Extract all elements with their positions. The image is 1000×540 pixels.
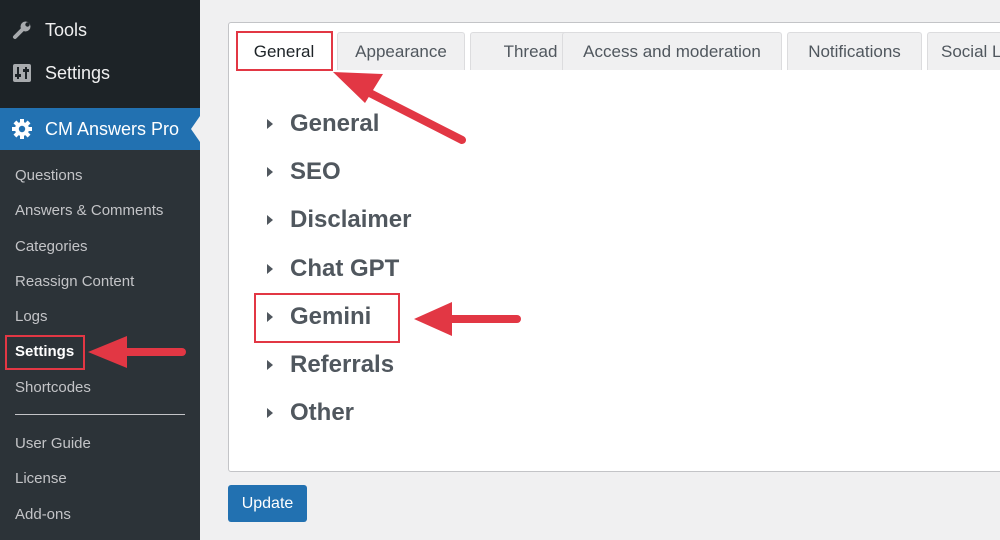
section-title: Gemini	[290, 303, 372, 330]
menu-item-tools[interactable]: Tools	[0, 10, 200, 50]
submenu-item-categories[interactable]: Categories	[15, 237, 88, 257]
triangle-right-icon	[267, 167, 273, 177]
tab-general[interactable]: General	[236, 32, 332, 70]
triangle-right-icon	[267, 264, 273, 274]
submenu-item-user-guide[interactable]: User Guide	[15, 434, 91, 454]
submenu-item-shortcodes[interactable]: Shortcodes	[15, 378, 91, 398]
settings-tabs: General Appearance Thread Access and mod…	[236, 32, 1000, 70]
triangle-right-icon	[267, 360, 273, 370]
section-referrals[interactable]: Referrals	[264, 347, 394, 383]
submenu-item-settings[interactable]: Settings	[15, 342, 74, 362]
section-other[interactable]: Other	[264, 395, 354, 431]
tab-social-login[interactable]: Social L	[927, 32, 1000, 70]
submenu-divider	[15, 414, 185, 415]
admin-sidebar: Tools Settings CM Answers Pro Questions …	[0, 0, 200, 540]
triangle-right-icon	[267, 119, 273, 129]
submenu-item-reassign-content[interactable]: Reassign Content	[15, 272, 134, 292]
section-disclaimer[interactable]: Disclaimer	[264, 202, 411, 238]
menu-item-settings[interactable]: Settings	[0, 53, 200, 93]
triangle-right-icon	[267, 215, 273, 225]
current-menu-indicator	[191, 116, 200, 142]
section-gemini[interactable]: Gemini	[264, 299, 371, 335]
section-title: General	[290, 110, 380, 137]
triangle-right-icon	[267, 408, 273, 418]
triangle-right-icon	[267, 312, 273, 322]
menu-label-cm-answers-pro: CM Answers Pro	[45, 118, 180, 139]
menu-item-cm-answers-pro[interactable]: CM Answers Pro	[0, 108, 200, 150]
menu-label-settings: Settings	[45, 62, 111, 83]
section-title: Referrals	[290, 351, 395, 378]
section-chat-gpt[interactable]: Chat GPT	[264, 251, 399, 287]
tab-notifications[interactable]: Notifications	[787, 32, 922, 70]
submenu-item-add-ons[interactable]: Add-ons	[15, 505, 71, 525]
submenu-item-answers-comments[interactable]: Answers & Comments	[15, 201, 163, 221]
submenu-item-logs[interactable]: Logs	[15, 307, 48, 327]
section-title: SEO	[290, 158, 341, 185]
update-button[interactable]: Update	[228, 485, 307, 522]
menu-label-tools: Tools	[45, 19, 88, 40]
tab-appearance[interactable]: Appearance	[337, 32, 465, 70]
wrench-icon	[11, 19, 33, 41]
submenu-item-license[interactable]: License	[15, 469, 67, 489]
sliders-icon	[11, 62, 33, 84]
section-title: Other	[290, 399, 355, 426]
section-title: Disclaimer	[290, 206, 412, 233]
tab-access-moderation[interactable]: Access and moderation	[562, 32, 782, 70]
section-seo[interactable]: SEO	[264, 154, 341, 190]
submenu-item-questions[interactable]: Questions	[15, 166, 83, 186]
section-general[interactable]: General	[264, 106, 379, 142]
gear-icon	[11, 118, 33, 140]
section-title: Chat GPT	[290, 255, 400, 282]
